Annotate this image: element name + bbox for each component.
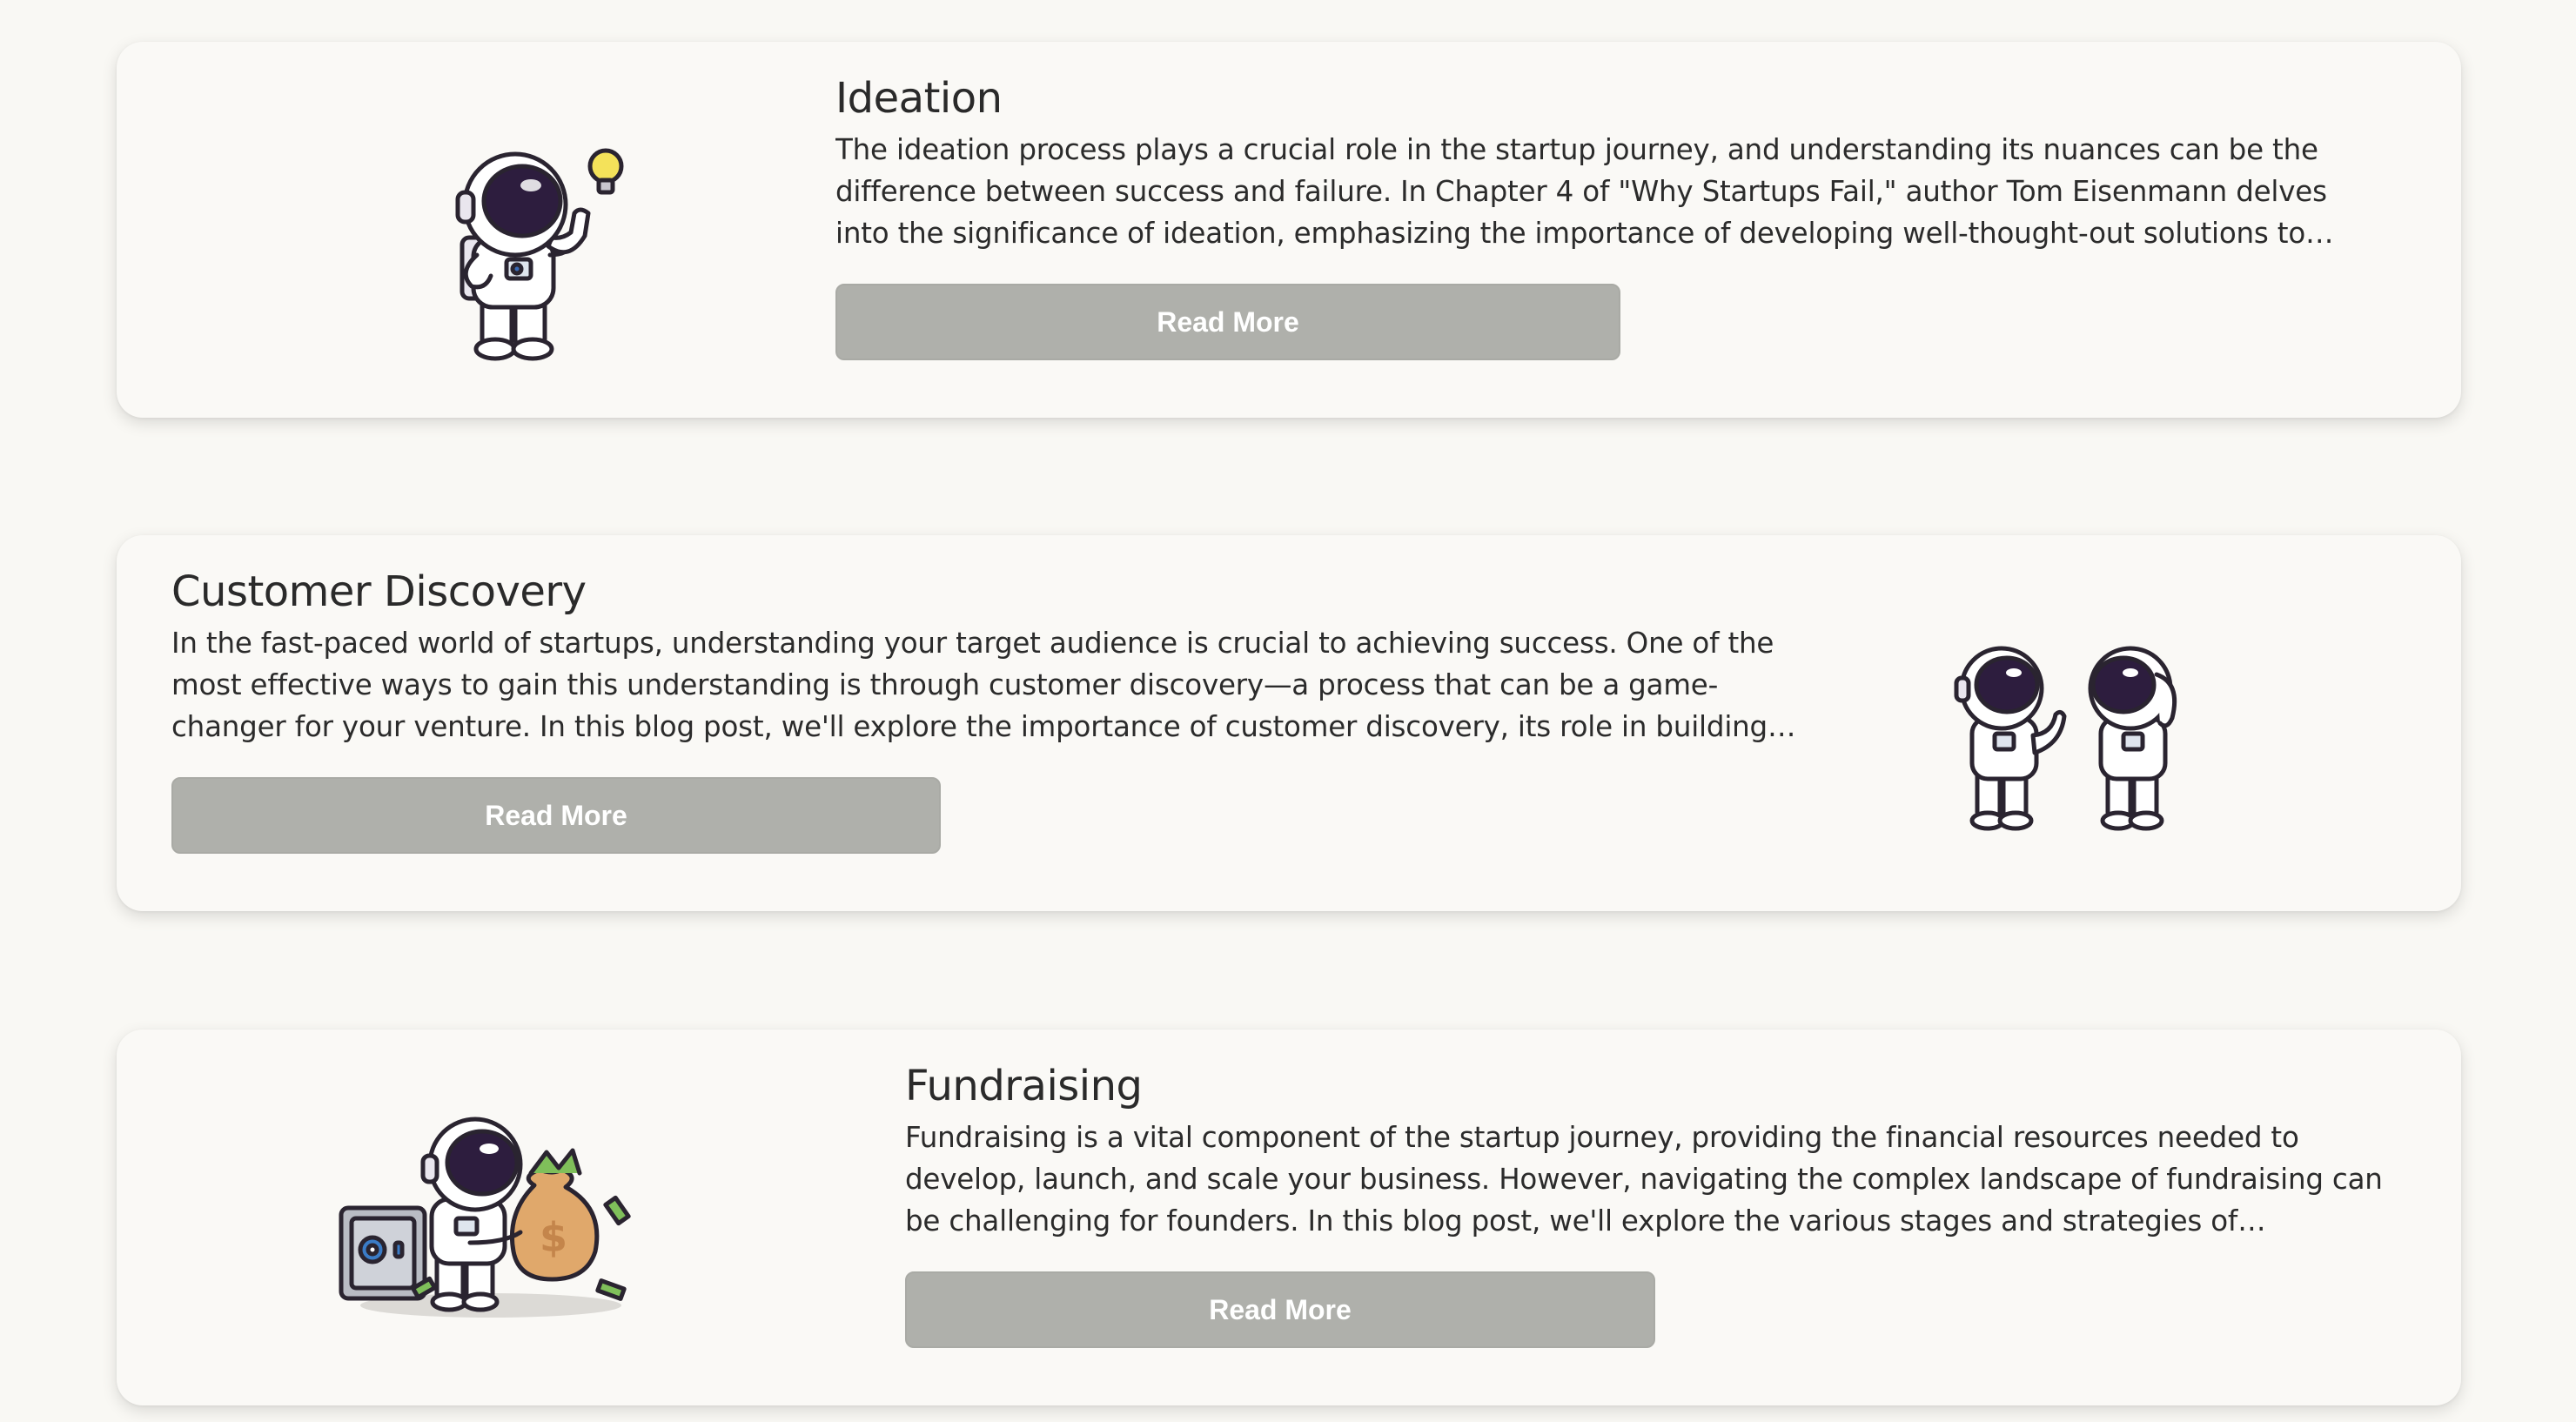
read-more-button[interactable]: Read More: [171, 777, 941, 854]
read-more-button[interactable]: Read More: [905, 1271, 1655, 1348]
read-more-button[interactable]: Read More: [835, 284, 1620, 360]
post-content: Ideation The ideation process plays a cr…: [835, 68, 2385, 360]
post-excerpt: Fundraising is a vital component of the …: [905, 1121, 2383, 1238]
post-content: Customer Discovery In the fast-paced wor…: [171, 561, 1808, 854]
post-title: Fundraising: [905, 1062, 1143, 1110]
post-excerpt: The ideation process plays a crucial rol…: [835, 133, 2327, 250]
post-title: Customer Discovery: [171, 567, 587, 616]
post-content: Fundraising Fundraising is a vital compo…: [905, 1056, 2411, 1348]
svg-text:$: $: [540, 1214, 567, 1261]
post-title: Ideation: [835, 74, 1003, 123]
blog-card-customer-discovery: Customer Discovery In the fast-paced wor…: [117, 535, 2461, 911]
two-astronauts-illustration: [1944, 622, 2257, 849]
astronaut-lightbulb-illustration: [360, 116, 674, 368]
astronaut-money-bag-safe-illustration: $: [334, 1112, 647, 1347]
blog-card-ideation: Ideation The ideation process plays a cr…: [117, 42, 2461, 418]
post-excerpt: In the fast-paced world of startups, und…: [171, 627, 1774, 743]
blog-card-fundraising: $ Fundraising Fundraising is a vital com…: [117, 1030, 2461, 1405]
